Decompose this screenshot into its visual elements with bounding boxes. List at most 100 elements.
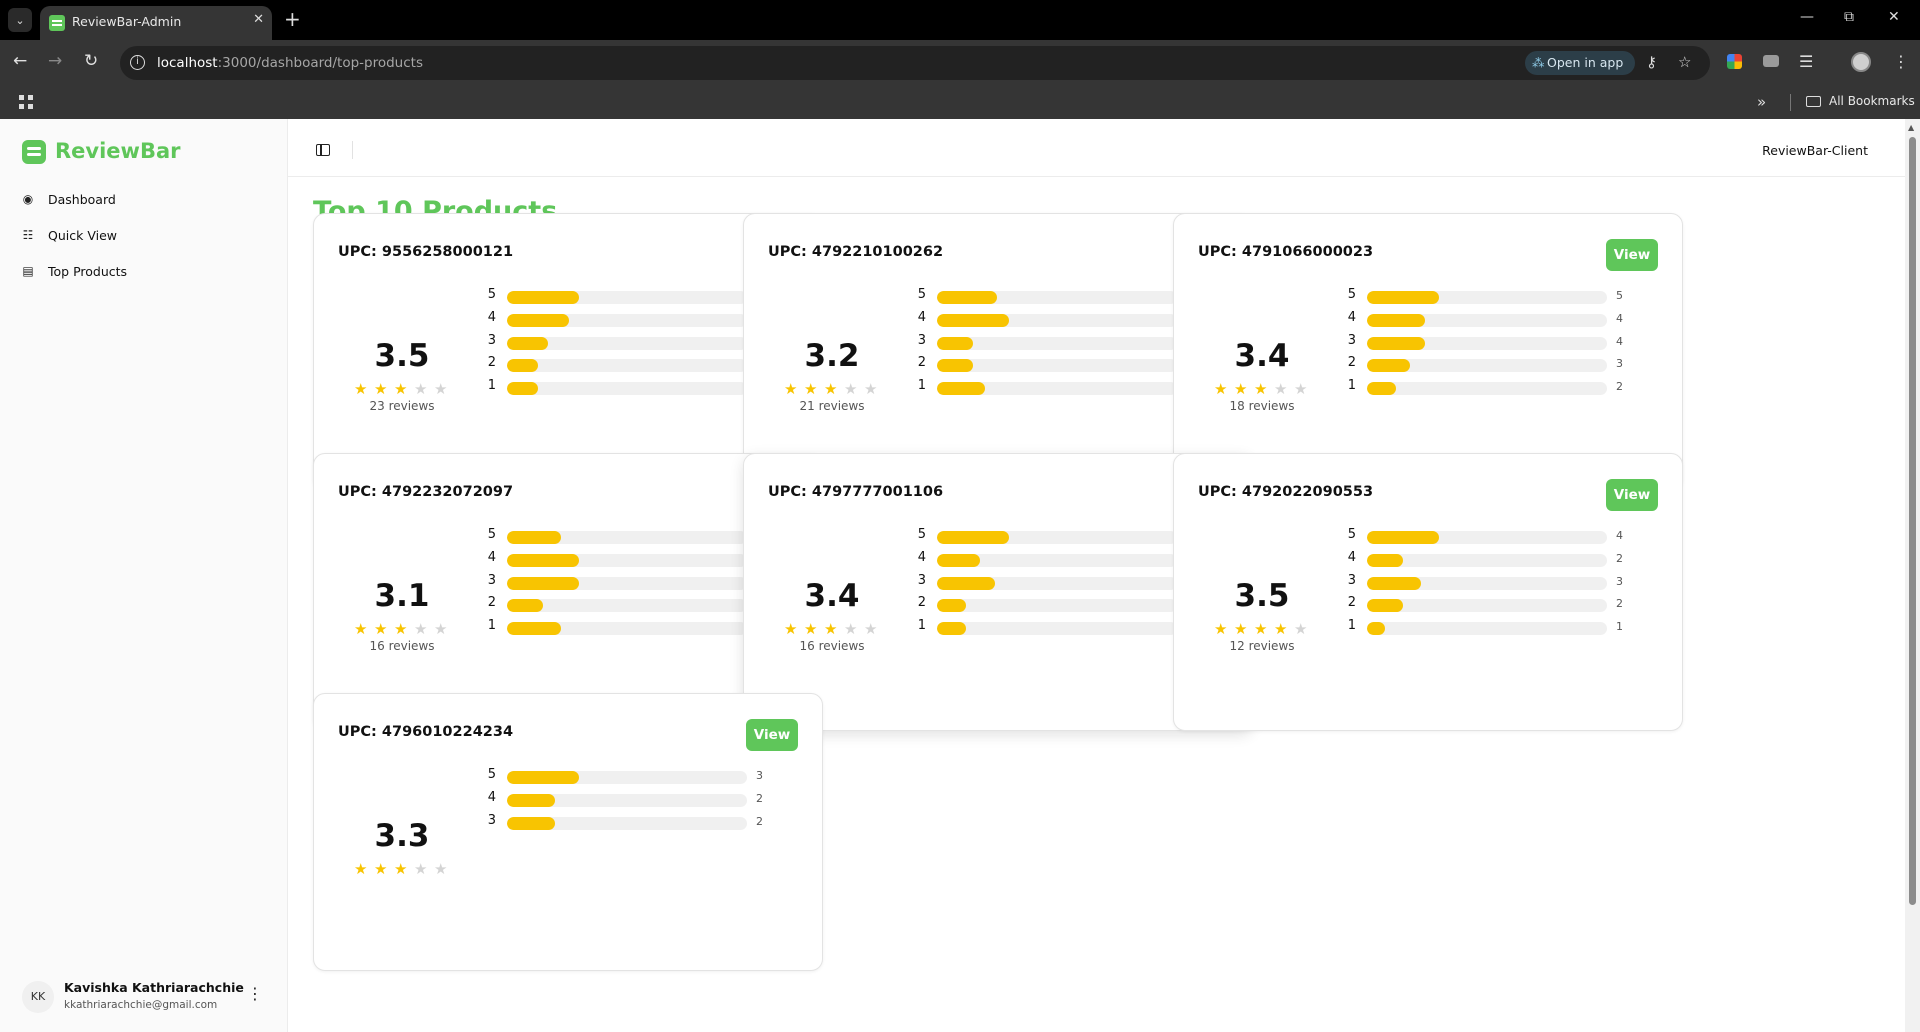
sidebar-item-label: Quick View <box>48 227 117 243</box>
product-upc: UPC: 4792210100262 <box>768 244 944 260</box>
review-count: 23 reviews <box>369 399 435 413</box>
star-level-label: 4 <box>487 550 496 565</box>
review-count: 21 reviews <box>799 399 865 413</box>
sidebar-toggle-icon[interactable] <box>316 144 330 156</box>
star-level-label: 4 <box>1347 550 1356 565</box>
rating-bar-track <box>1367 577 1607 590</box>
tab-close-icon[interactable]: ✕ <box>253 12 264 27</box>
rating-distribution-row: 14 <box>914 377 1214 397</box>
rating-bar-fill <box>507 771 579 784</box>
rating-count: 3 <box>1616 357 1623 370</box>
profile-avatar-icon[interactable] <box>1851 52 1871 72</box>
brand-logo-icon <box>22 140 46 164</box>
star-icon: ★ <box>1234 380 1248 398</box>
open-in-app-button[interactable]: Open in app <box>1525 51 1635 75</box>
rating-distribution-row: 42 <box>484 789 784 809</box>
bookmarks-divider <box>1790 94 1791 111</box>
site-info-icon[interactable]: i <box>130 55 145 70</box>
rating-bar-fill <box>1367 554 1403 567</box>
star-level-label: 4 <box>487 310 496 325</box>
extension-color-icon[interactable] <box>1727 54 1742 69</box>
rating-distribution-row: 53 <box>484 766 784 786</box>
sidebar-item-dashboard[interactable]: ◉ Dashboard <box>20 185 270 213</box>
star-level-label: 1 <box>1347 618 1356 633</box>
rating-bar-track <box>1367 382 1607 395</box>
new-tab-icon[interactable]: + <box>284 7 301 31</box>
star-level-label: 5 <box>1347 527 1356 542</box>
rating-count: 4 <box>1616 312 1623 325</box>
reload-icon[interactable]: ↻ <box>84 51 98 71</box>
rating-bar-track <box>937 531 1177 544</box>
average-rating: 3.5 <box>1234 578 1290 614</box>
back-icon[interactable]: ← <box>13 51 27 71</box>
star-level-label: 5 <box>487 287 496 302</box>
extensions-puzzle-icon[interactable]: ☰ <box>1799 52 1813 71</box>
rating-bar-track <box>507 622 747 635</box>
view-button[interactable]: View <box>1606 479 1658 511</box>
rating-bar-fill <box>937 314 1009 327</box>
star-level-label: 2 <box>487 355 496 370</box>
star-icon: ★ <box>1234 620 1248 638</box>
rating-bar-track <box>937 359 1177 372</box>
star-icon: ★ <box>804 380 818 398</box>
rating-distribution-row: 44 <box>484 549 784 569</box>
rating-bar-track <box>1367 599 1607 612</box>
product-card: UPC: 4791066000023 View 3.4 ★ ★ ★ ★ ★ 18 reviews… <box>1173 213 1683 491</box>
star-level-label: 2 <box>487 595 496 610</box>
forward-icon[interactable]: → <box>48 51 62 71</box>
rating-distribution-row: 46 <box>914 309 1214 329</box>
rating-distribution-row: 34 <box>484 572 784 592</box>
tab-title: ReviewBar-Admin <box>72 14 182 29</box>
bookmarks-overflow-icon[interactable]: » <box>1757 93 1766 111</box>
rating-distribution-row: 55 <box>914 286 1214 306</box>
average-rating: 3.4 <box>1234 338 1290 374</box>
scroll-up-arrow-icon[interactable]: ▲ <box>1908 123 1914 132</box>
minimize-icon[interactable]: — <box>1800 9 1814 25</box>
rating-bar-fill <box>507 817 555 830</box>
extension-gray-icon[interactable] <box>1763 55 1779 67</box>
browser-tab[interactable]: ReviewBar-Admin ✕ <box>40 6 272 40</box>
rating-distribution-row: 32 <box>484 812 784 832</box>
rating-distribution-row: 57 <box>484 286 784 306</box>
sidebar-item-top-products[interactable]: ▤ Top Products <box>20 257 270 285</box>
star-icon: ★ <box>414 380 428 398</box>
restore-icon[interactable]: ⧉ <box>1844 9 1854 25</box>
more-options-icon[interactable]: ⋮ <box>247 984 263 1003</box>
page-scrollbar[interactable]: ▲ <box>1905 119 1920 1032</box>
rating-count: 5 <box>1616 289 1623 302</box>
password-key-icon[interactable]: ⚷ <box>1646 53 1657 71</box>
star-level-label: 5 <box>487 527 496 542</box>
star-icon: ★ <box>414 620 428 638</box>
url-host: localhost <box>157 55 218 71</box>
rating-bar-fill <box>507 622 561 635</box>
rating-bar-fill <box>1367 531 1439 544</box>
star-level-label: 5 <box>917 527 926 542</box>
address-bar[interactable]: i localhost:3000/dashboard/top-products … <box>120 46 1710 80</box>
rating-bar-track <box>507 817 747 830</box>
rating-distribution-row: 43 <box>914 549 1214 569</box>
url-text[interactable]: localhost:3000/dashboard/top-products <box>157 55 423 71</box>
user-email: kkathriarachchie@gmail.com <box>64 999 218 1011</box>
rating-bar-track <box>1367 622 1607 635</box>
view-button[interactable]: View <box>1606 239 1658 271</box>
scrollbar-thumb[interactable] <box>1909 137 1916 905</box>
tab-search-chevron-icon[interactable]: ⌄ <box>8 8 32 32</box>
user-profile[interactable]: KK Kavishka Kathriarachchie kkathriarach… <box>22 974 272 1024</box>
rating-bar-track <box>1367 314 1607 327</box>
rating-bar-track <box>507 599 747 612</box>
star-rating: ★ ★ ★ ★ ★ <box>784 380 880 398</box>
view-button[interactable]: View <box>746 719 798 751</box>
all-bookmarks-button[interactable]: All Bookmarks <box>1829 94 1915 108</box>
apps-grid-icon[interactable] <box>19 95 33 109</box>
bookmark-star-icon[interactable]: ☆ <box>1678 53 1691 71</box>
rating-bar-track <box>507 794 747 807</box>
rating-count: 3 <box>756 769 763 782</box>
star-icon: ★ <box>824 380 838 398</box>
browser-menu-icon[interactable]: ⋮ <box>1893 52 1909 71</box>
window-close-icon[interactable]: ✕ <box>1888 9 1900 25</box>
main-content: ReviewBar-Client Top 10 Products UPC: 95… <box>287 119 1906 1032</box>
rating-bar-track <box>1367 554 1607 567</box>
star-icon: ★ <box>374 620 388 638</box>
star-icon: ★ <box>804 620 818 638</box>
sidebar-item-quick-view[interactable]: ☷ Quick View <box>20 221 270 249</box>
